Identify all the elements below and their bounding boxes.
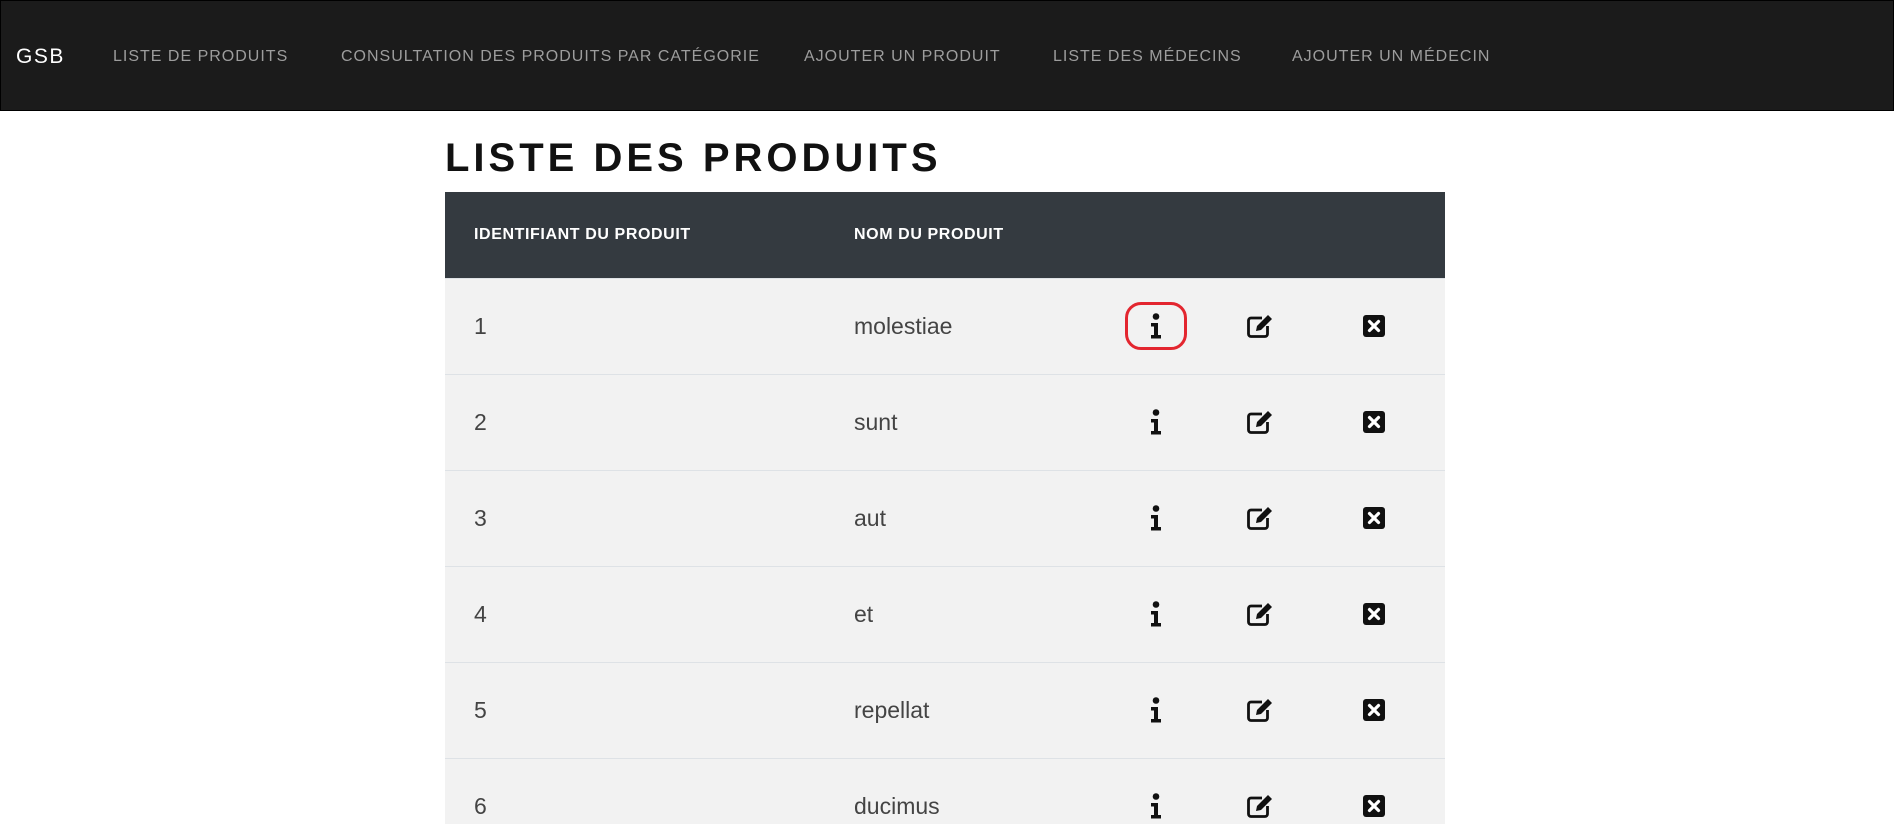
product-name-cell: repellat: [825, 661, 1095, 758]
product-id-cell: 6: [445, 757, 825, 824]
edit-icon: [1246, 601, 1274, 627]
edit-cell: [1217, 373, 1303, 470]
edit-icon: [1246, 313, 1274, 339]
delete-icon: [1362, 602, 1386, 626]
header-product-id: IDENTIFIANT DU PRODUIT: [445, 192, 825, 278]
product-id-cell: 4: [445, 565, 825, 662]
info-button[interactable]: [1125, 398, 1187, 446]
info-button[interactable]: [1125, 782, 1187, 824]
table-header-row: IDENTIFIANT DU PRODUIT NOM DU PRODUIT: [445, 192, 1445, 278]
delete-icon: [1362, 314, 1386, 338]
delete-cell: [1303, 661, 1445, 758]
info-icon: [1150, 601, 1162, 627]
brand-link[interactable]: GSB: [16, 1, 65, 112]
edit-button[interactable]: [1229, 494, 1291, 542]
table-row: 3 aut: [445, 469, 1445, 566]
info-button[interactable]: [1125, 494, 1187, 542]
delete-cell: [1303, 565, 1445, 662]
table-row: 5 repellat: [445, 661, 1445, 758]
info-cell: [1095, 757, 1217, 824]
delete-cell: [1303, 277, 1445, 374]
delete-icon: [1362, 410, 1386, 434]
edit-icon: [1246, 505, 1274, 531]
info-button[interactable]: [1125, 302, 1187, 350]
table-row: 6 ducimus: [445, 757, 1445, 824]
header-edit: [1217, 192, 1303, 278]
info-button[interactable]: [1125, 686, 1187, 734]
edit-button[interactable]: [1229, 782, 1291, 824]
table-row: 2 sunt: [445, 373, 1445, 470]
product-name-cell: sunt: [825, 373, 1095, 470]
product-id-cell: 5: [445, 661, 825, 758]
table-row: 1 molestiae: [445, 277, 1445, 374]
info-cell: [1095, 565, 1217, 662]
edit-cell: [1217, 277, 1303, 374]
nav-link-ajouter-medecin[interactable]: AJOUTER UN MÉDECIN: [1292, 1, 1490, 112]
edit-button[interactable]: [1229, 302, 1291, 350]
edit-button[interactable]: [1229, 590, 1291, 638]
delete-icon: [1362, 506, 1386, 530]
products-table-container: IDENTIFIANT DU PRODUIT NOM DU PRODUIT 1m…: [445, 192, 1445, 824]
delete-button[interactable]: [1343, 590, 1405, 638]
edit-cell: [1217, 757, 1303, 824]
info-icon: [1150, 313, 1162, 339]
product-id-cell: 2: [445, 373, 825, 470]
table-row: 4 et: [445, 565, 1445, 662]
info-cell: [1095, 469, 1217, 566]
nav-link-liste-produits[interactable]: LISTE DE PRODUITS: [113, 1, 288, 112]
edit-icon: [1246, 697, 1274, 723]
delete-icon: [1362, 698, 1386, 722]
product-name-cell: molestiae: [825, 277, 1095, 374]
info-cell: [1095, 277, 1217, 374]
top-navbar: GSB LISTE DE PRODUITS CONSULTATION DES P…: [0, 0, 1894, 111]
nav-link-liste-medecins[interactable]: LISTE DES MÉDECINS: [1053, 1, 1242, 112]
nav-link-consultation-categorie[interactable]: CONSULTATION DES PRODUITS PAR CATÉGORIE: [341, 1, 760, 112]
info-icon: [1150, 793, 1162, 819]
edit-icon: [1246, 409, 1274, 435]
delete-button[interactable]: [1343, 782, 1405, 824]
product-name-cell: et: [825, 565, 1095, 662]
info-cell: [1095, 661, 1217, 758]
delete-button[interactable]: [1343, 686, 1405, 734]
info-button[interactable]: [1125, 590, 1187, 638]
edit-cell: [1217, 661, 1303, 758]
info-icon: [1150, 409, 1162, 435]
edit-icon: [1246, 793, 1274, 819]
delete-cell: [1303, 469, 1445, 566]
product-name-cell: aut: [825, 469, 1095, 566]
header-delete: [1303, 192, 1445, 278]
page-title: LISTE DES PRODUITS: [445, 136, 942, 180]
delete-button[interactable]: [1343, 302, 1405, 350]
product-name-cell: ducimus: [825, 757, 1095, 824]
product-id-cell: 1: [445, 277, 825, 374]
info-icon: [1150, 505, 1162, 531]
edit-button[interactable]: [1229, 686, 1291, 734]
delete-cell: [1303, 757, 1445, 824]
edit-cell: [1217, 469, 1303, 566]
header-product-name: NOM DU PRODUIT: [825, 192, 1095, 278]
nav-link-ajouter-produit[interactable]: AJOUTER UN PRODUIT: [804, 1, 1001, 112]
delete-button[interactable]: [1343, 494, 1405, 542]
delete-icon: [1362, 794, 1386, 818]
header-info: [1095, 192, 1217, 278]
delete-button[interactable]: [1343, 398, 1405, 446]
edit-button[interactable]: [1229, 398, 1291, 446]
info-icon: [1150, 697, 1162, 723]
info-cell: [1095, 373, 1217, 470]
products-table: IDENTIFIANT DU PRODUIT NOM DU PRODUIT 1m…: [445, 192, 1445, 824]
delete-cell: [1303, 373, 1445, 470]
edit-cell: [1217, 565, 1303, 662]
product-id-cell: 3: [445, 469, 825, 566]
